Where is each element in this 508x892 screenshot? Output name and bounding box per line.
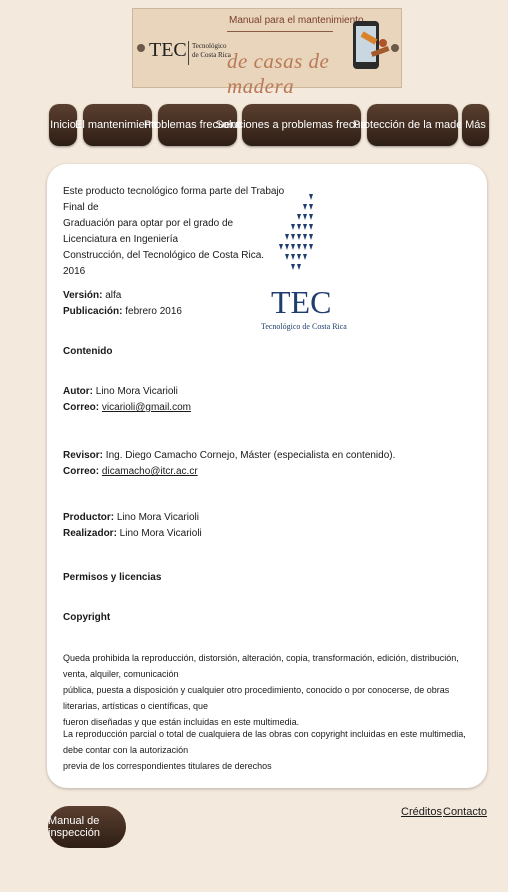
nav-proteccion-madera[interactable]: Protección de la madera <box>353 104 472 146</box>
manual-inspeccion-button[interactable]: Manual de inspección <box>48 806 126 848</box>
creditos-link[interactable]: Créditos <box>401 806 442 818</box>
banner-title-line1: Manual para el mantenimiento <box>229 15 364 26</box>
header-banner: TEC Tecnológico de Costa Rica Manual par… <box>132 8 402 98</box>
banner-bullet-left-icon <box>137 44 145 52</box>
realizador-line: Realizador: Lino Mora Vicarioli <box>63 528 202 539</box>
nav-el-mantenimiento[interactable]: El mantenimiento <box>75 104 160 146</box>
tec-logo: TEC Tecnológico de Costa Rica <box>261 186 347 336</box>
autor-email-line: Correo: vicarioli@gmail.com <box>63 402 191 413</box>
tec-logo-mark: TEC <box>271 284 332 320</box>
copyright-heading: Copyright <box>63 612 111 623</box>
content-card: Este producto tecnológico forma parte de… <box>47 164 487 788</box>
contacto-link[interactable]: Contacto <box>443 806 487 818</box>
revisor-line: Revisor: Ing. Diego Camacho Cornejo, Más… <box>63 450 396 461</box>
tec-logo-triangles-icon <box>279 194 313 270</box>
banner-tec-logo: TEC <box>149 39 187 61</box>
phone-tools-illustration-icon <box>353 21 390 69</box>
version-line: Versión: alfa <box>63 290 122 301</box>
banner-underline <box>227 31 333 32</box>
intro-text: Este producto tecnológico forma parte de… <box>63 186 285 277</box>
revisor-email-link[interactable]: dicamacho@itcr.ac.cr <box>102 466 198 477</box>
nav-inicio[interactable]: Inicio <box>49 104 77 146</box>
nav-soluciones[interactable]: Soluciones a problemas frecuentes <box>216 104 387 146</box>
banner-logo-divider <box>188 41 189 65</box>
revisor-email-line: Correo: dicamacho@itcr.ac.cr <box>63 466 198 477</box>
nav-mas[interactable]: Más <box>462 104 489 146</box>
copyright-paragraph-2: La reproducción parcial o total de cualq… <box>63 729 466 771</box>
permisos-heading: Permisos y licencias <box>63 572 162 583</box>
copyright-paragraph-1: Queda prohibida la reproducción, distors… <box>63 653 459 727</box>
banner-tec-subtitle: Tecnológico de Costa Rica <box>192 42 231 59</box>
autor-line: Autor: Lino Mora Vicarioli <box>63 386 178 397</box>
banner-bullet-right-icon <box>391 44 399 52</box>
contenido-heading: Contenido <box>63 346 113 357</box>
autor-email-link[interactable]: vicarioli@gmail.com <box>102 402 191 413</box>
tec-logo-caption: Tecnológico de Costa Rica <box>261 322 347 331</box>
productor-line: Productor: Lino Mora Vicarioli <box>63 512 199 523</box>
publication-line: Publicación: febrero 2016 <box>63 306 182 317</box>
